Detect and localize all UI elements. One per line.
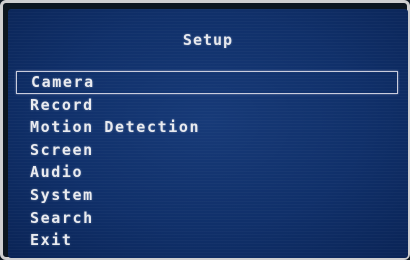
menu-item-motion-detection[interactable]: Motion Detection xyxy=(16,116,398,139)
menu-item-record[interactable]: Record xyxy=(16,94,398,117)
setup-menu: Camera Record Motion Detection Screen Au… xyxy=(16,71,398,252)
menu-item-camera[interactable]: Camera xyxy=(16,71,398,94)
menu-item-exit[interactable]: Exit xyxy=(16,229,398,252)
monitor-bezel: Setup Camera Record Motion Detection Scr… xyxy=(0,0,410,260)
menu-title: Setup xyxy=(182,31,234,49)
menu-item-audio[interactable]: Audio xyxy=(16,161,398,184)
menu-item-screen[interactable]: Screen xyxy=(16,139,398,162)
menu-item-search[interactable]: Search xyxy=(16,207,398,230)
menu-item-system[interactable]: System xyxy=(16,184,398,207)
osd-screen: Setup Camera Record Motion Detection Scr… xyxy=(8,9,408,258)
